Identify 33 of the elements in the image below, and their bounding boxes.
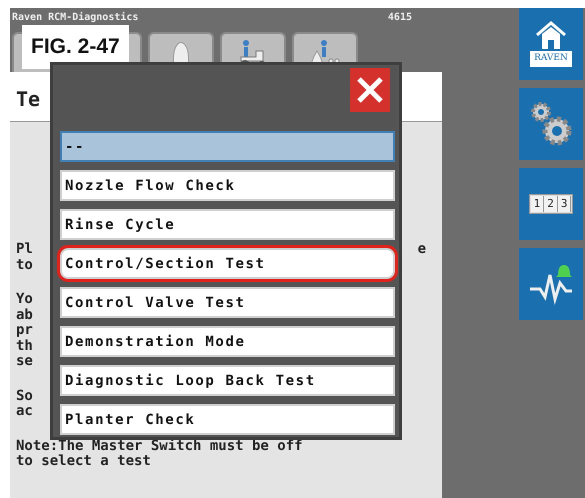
window-title: Raven RCM-Diagnostics (12, 10, 138, 25)
body-text: th (16, 338, 33, 354)
test-option[interactable]: Diagnostic Loop Back Test (60, 365, 395, 396)
home-icon (534, 21, 568, 50)
body-text: to select a test (16, 454, 151, 470)
close-button[interactable] (350, 68, 390, 112)
test-option[interactable]: Nozzle Flow Check (60, 170, 395, 201)
body-text: pr (16, 323, 33, 338)
test-option[interactable]: Control/Section Test (60, 248, 395, 279)
test-option[interactable]: Rinse Cycle (60, 209, 395, 240)
test-option[interactable]: Demonstration Mode (60, 326, 395, 357)
panel-title: Te (16, 87, 40, 111)
body-text: So (16, 388, 33, 404)
counter-digit: 2 (544, 196, 558, 212)
sidebar-button[interactable] (519, 248, 583, 320)
body-text: Yo (16, 292, 33, 308)
test-option[interactable]: -- (60, 131, 395, 162)
body-text: Pl (16, 242, 33, 258)
test-option[interactable]: Planter Check (60, 404, 395, 435)
body-text: ab (16, 308, 33, 323)
body-text: se (16, 354, 33, 370)
sidebar-button[interactable]: 1 2 3 (519, 168, 583, 240)
body-text: to (16, 258, 33, 273)
body-text: ac (16, 404, 33, 420)
sidebar-button[interactable] (519, 88, 583, 160)
screen-number: 4615 (388, 11, 412, 25)
counter-digit: 3 (558, 196, 572, 212)
counter-digit: 1 (530, 196, 544, 212)
sidebar-button[interactable]: RAVEN (519, 8, 583, 80)
body-text: e (418, 242, 426, 258)
test-option[interactable]: Control Valve Test (60, 287, 395, 318)
body-text: Note:The Master Switch must be off (16, 438, 303, 454)
brand-label: RAVEN (530, 51, 572, 67)
